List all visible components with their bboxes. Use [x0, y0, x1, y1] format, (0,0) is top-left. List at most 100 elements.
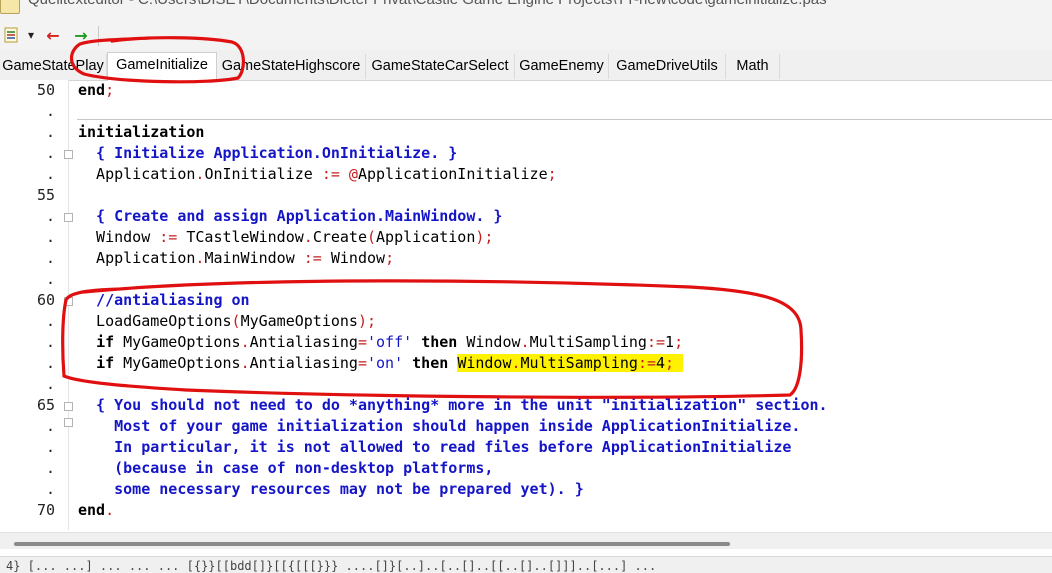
code-token: MyGameOptions	[114, 354, 241, 372]
code-token: Window	[457, 354, 512, 372]
code-token: if	[96, 354, 115, 372]
code-token: (	[367, 228, 377, 246]
code-token: .	[105, 501, 115, 519]
code-line: some necessary resources may not be prep…	[78, 479, 584, 500]
line-number: .	[45, 228, 55, 246]
line-number: 50	[36, 81, 55, 99]
code-token: OnInitialize	[204, 165, 322, 183]
code-token: Application	[376, 228, 476, 246]
scrollbar-thumb[interactable]	[14, 542, 730, 546]
code-token: :=	[303, 249, 331, 267]
code-token: Window	[78, 228, 160, 246]
fold-marker-icon[interactable]	[64, 418, 73, 427]
code-line: { Initialize Application.OnInitialize. }	[78, 143, 457, 164]
code-token: if	[96, 333, 115, 351]
code-token: );	[475, 228, 494, 246]
code-token: Window	[457, 333, 521, 351]
code-line: Most of your game initialization should …	[78, 416, 800, 437]
code-token: { You should not need to do *anything* m…	[78, 396, 828, 414]
code-line: initialization	[78, 122, 204, 143]
toolbar-divider	[98, 26, 99, 46]
line-number: .	[45, 207, 55, 225]
fold-marker-icon[interactable]	[64, 150, 73, 159]
tab-gamestatehighscore[interactable]: GameStateHighscore	[217, 54, 366, 79]
code-token: some necessary resources may not be prep…	[78, 480, 584, 498]
code-token: //antialiasing on	[78, 291, 250, 309]
fold-marker-icon[interactable]	[64, 297, 73, 306]
code-line: end.	[78, 500, 114, 521]
tab-gameenemy[interactable]: GameEnemy	[515, 54, 609, 79]
fold-marker-icon[interactable]	[64, 402, 73, 411]
line-number: 60	[36, 291, 55, 309]
code-token: MultiSampling	[520, 354, 638, 372]
code-token: { Initialize Application.OnInitialize. }	[78, 144, 458, 162]
forward-arrow-icon[interactable]: →	[72, 24, 90, 46]
code-line: { You should not need to do *anything* m…	[78, 395, 828, 416]
code-line: Application.MainWindow := Window;	[78, 248, 394, 269]
code-token: Window	[330, 249, 386, 267]
code-token: 4	[656, 354, 666, 372]
code-token: (	[231, 312, 241, 330]
tab-gamestatecarselect[interactable]: GameStateCarSelect	[366, 54, 515, 79]
code-token: MainWindow	[204, 249, 304, 267]
line-number: .	[45, 375, 55, 393]
code-line: Window := TCastleWindow.Create(Applicati…	[78, 227, 493, 248]
tab-gamestateplay[interactable]: GameStatePlay	[0, 54, 107, 79]
tab-math[interactable]: Math	[726, 54, 780, 79]
code-token: MyGameOptions	[114, 333, 241, 351]
back-arrow-icon[interactable]: ←	[44, 24, 62, 46]
code-line: LoadGameOptions(MyGameOptions);	[78, 311, 376, 332]
code-token: In particular, it is not allowed to read…	[78, 438, 792, 456]
code-token: ;	[665, 354, 675, 372]
code-token: :=	[646, 333, 666, 351]
code-token: (because in case of non-desktop platform…	[78, 459, 494, 477]
code-token: { Create and assign Application.MainWind…	[78, 207, 503, 225]
tab-gameinitialize[interactable]: GameInitialize	[107, 52, 217, 81]
code-token: 'on'	[367, 354, 404, 372]
code-token: :=	[637, 354, 656, 372]
code-token: :=	[159, 228, 187, 246]
code-token: =	[357, 354, 367, 372]
code-token: .	[520, 333, 530, 351]
line-number: .	[45, 417, 55, 435]
toolbar: ▾ ← →	[0, 20, 1052, 50]
code-token: .	[240, 354, 250, 372]
code-line: In particular, it is not allowed to read…	[78, 437, 791, 458]
line-number: .	[45, 270, 55, 288]
code-token: then	[412, 354, 449, 372]
line-number: .	[45, 459, 55, 477]
app-icon	[0, 0, 20, 14]
code-token: Most of your game initialization should …	[78, 417, 801, 435]
code-token: initialization	[78, 123, 205, 141]
code-token: );	[357, 312, 377, 330]
code-line: //antialiasing on	[78, 290, 250, 311]
line-number: .	[45, 333, 55, 351]
code-token: LoadGameOptions	[78, 312, 232, 330]
code-line: if MyGameOptions.Antialiasing='off' then…	[78, 332, 683, 353]
code-token: ;	[674, 333, 684, 351]
dropdown-arrow-icon[interactable]: ▾	[24, 24, 38, 46]
list-icon[interactable]	[2, 24, 20, 46]
line-number: .	[45, 249, 55, 267]
code-token: .	[303, 228, 313, 246]
fold-marker-icon[interactable]	[64, 213, 73, 222]
code-line: if MyGameOptions.Antialiasing='on' then …	[78, 353, 684, 374]
tab-gamedriveutils[interactable]: GameDriveUtils	[609, 54, 726, 79]
code-token: Application	[78, 249, 196, 267]
code-editor[interactable]: end; initialization { Initialize Applicat…	[77, 80, 1052, 530]
editor-tabs: GameStatePlay GameInitialize GameStateHi…	[0, 50, 1052, 81]
title-bar: Quelltexteditor - C:\Users\DISET\Documen…	[0, 0, 1052, 20]
procedure-separator	[77, 119, 1052, 120]
line-number-gutter: 50.... 55.... 60.... 65.... 70	[0, 80, 68, 540]
code-token: =	[357, 333, 367, 351]
horizontal-scrollbar[interactable]	[0, 532, 1052, 549]
code-token	[674, 354, 684, 372]
code-token: ApplicationInitialize	[357, 165, 548, 183]
window-title: Quelltexteditor - C:\Users\DISET\Documen…	[28, 0, 827, 8]
code-token: MultiSampling	[529, 333, 647, 351]
code-token: TCastleWindow	[186, 228, 304, 246]
